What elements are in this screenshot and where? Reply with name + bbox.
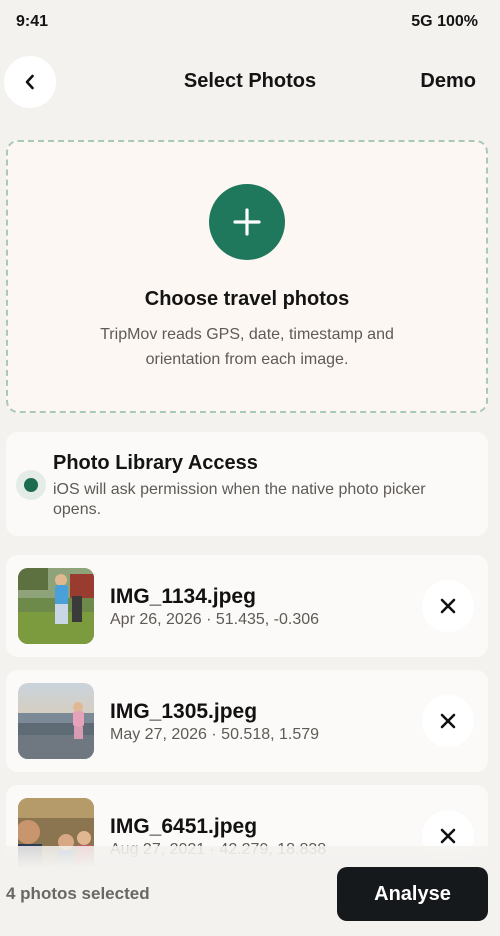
photo-meta: May 27, 2026 · 50.518, 1.579 bbox=[110, 726, 320, 743]
photo-name: IMG_1305.jpeg bbox=[110, 700, 258, 723]
upload-title: Choose travel photos bbox=[144, 288, 350, 310]
close-icon bbox=[440, 713, 456, 729]
header: Select Photos Demo bbox=[0, 56, 500, 110]
remove-photo-button[interactable] bbox=[422, 695, 474, 747]
permission-card: Photo Library Access iOS will ask permis… bbox=[6, 432, 488, 536]
photo-upload-zone[interactable]: Choose travel photos TripMov reads GPS, … bbox=[6, 140, 488, 413]
remove-photo-button[interactable] bbox=[422, 580, 474, 632]
analyse-button[interactable]: Analyse bbox=[337, 867, 488, 921]
photo-list-item: IMG_1134.jpeg Apr 26, 2026 · 51.435, -0.… bbox=[6, 555, 488, 657]
status-network: 5G 100% bbox=[411, 13, 478, 30]
photo-thumbnail bbox=[18, 683, 94, 759]
photo-list-item: IMG_1305.jpeg May 27, 2026 · 50.518, 1.5… bbox=[6, 670, 488, 772]
permission-title: Photo Library Access bbox=[53, 452, 258, 474]
add-photos-button[interactable] bbox=[209, 184, 285, 260]
photo-name: IMG_1134.jpeg bbox=[110, 585, 256, 608]
photo-name: IMG_6451.jpeg bbox=[110, 815, 258, 838]
plus-icon bbox=[233, 208, 261, 236]
status-bar: 9:41 5G 100% bbox=[0, 0, 500, 44]
selected-count-label: 4 photos selected bbox=[6, 884, 150, 903]
permission-description: iOS will ask permission when the native … bbox=[53, 481, 426, 518]
status-time: 9:41 bbox=[16, 13, 49, 30]
upload-description: TripMov reads GPS, date, timestamp and o… bbox=[100, 326, 394, 368]
status-dot-icon bbox=[16, 470, 46, 500]
close-icon bbox=[440, 828, 456, 844]
photo-meta: Apr 26, 2026 · 51.435, -0.306 bbox=[110, 611, 320, 628]
close-icon bbox=[440, 598, 456, 614]
demo-button[interactable]: Demo bbox=[420, 70, 476, 93]
photo-thumbnail bbox=[18, 568, 94, 644]
